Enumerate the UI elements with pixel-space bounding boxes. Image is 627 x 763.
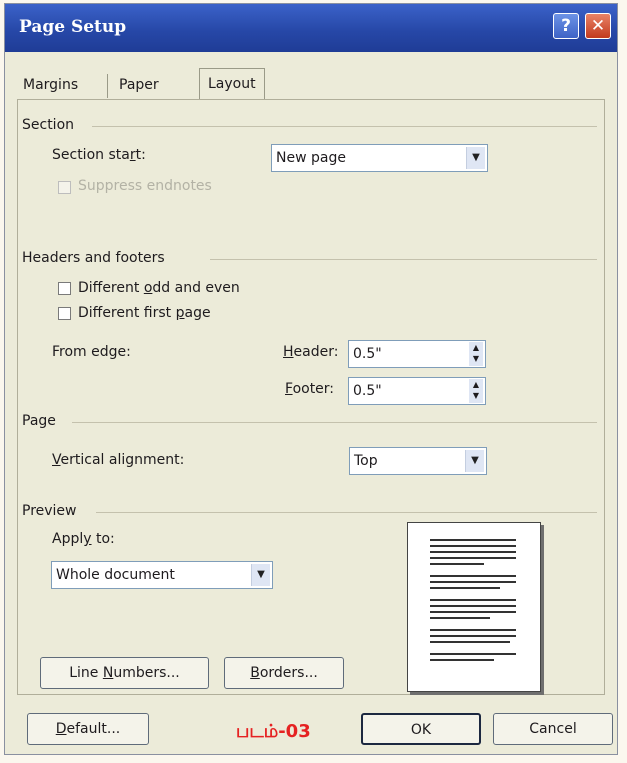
figure-caption: படம்-03	[236, 721, 311, 742]
vertical-alignment-value: Top	[354, 453, 378, 469]
default-button[interactable]: Default...	[27, 713, 149, 745]
preview-text-line	[430, 545, 516, 547]
from-edge-label: From edge:	[52, 344, 131, 360]
preview-text-line	[430, 659, 494, 661]
tab-layout[interactable]: Layout	[199, 68, 265, 99]
preview-text-line	[430, 575, 516, 577]
preview-text-line	[430, 551, 516, 553]
close-button[interactable]: ✕	[585, 13, 611, 39]
dialog-title: Page Setup	[19, 17, 127, 37]
preview-text-line	[430, 599, 516, 601]
first-page-checkbox[interactable]	[58, 307, 71, 320]
preview-text-line	[430, 563, 484, 565]
preview-text-line	[430, 581, 516, 583]
suppress-endnotes-label: Suppress endnotes	[78, 178, 212, 194]
apply-to-select[interactable]: Whole document ▼	[51, 561, 273, 589]
title-bar[interactable]: Page Setup ? ✕	[5, 4, 617, 52]
page-preview	[407, 522, 541, 692]
ok-button[interactable]: OK	[361, 713, 481, 745]
footer-value: 0.5"	[353, 383, 382, 399]
preview-text-line	[430, 629, 516, 631]
odd-even-label: Different odd and even	[78, 280, 240, 296]
apply-to-label: Apply to:	[52, 531, 115, 547]
line-numbers-button[interactable]: Line Numbers...	[40, 657, 209, 689]
footer-spinner[interactable]: 0.5" ▲ ▼	[348, 377, 486, 405]
tab-paper[interactable]: Paper	[111, 72, 167, 98]
headers-footers-heading: Headers and footers	[22, 250, 165, 266]
preview-text-line	[430, 635, 516, 637]
section-heading: Section	[22, 117, 75, 133]
vertical-alignment-select[interactable]: Top ▼	[349, 447, 487, 475]
headers-footers-divider	[210, 259, 597, 260]
preview-text-line	[430, 617, 490, 619]
footer-label: Footer:	[285, 381, 335, 397]
preview-divider	[96, 512, 597, 513]
section-start-label: Section start:	[52, 147, 146, 163]
section-divider	[92, 126, 597, 127]
preview-text-line	[430, 611, 516, 613]
chevron-down-icon[interactable]: ▼	[466, 147, 485, 169]
preview-text-line	[430, 587, 500, 589]
section-start-value: New page	[276, 150, 346, 166]
preview-text-line	[430, 605, 516, 607]
header-spinner[interactable]: 0.5" ▲ ▼	[348, 340, 486, 368]
preview-text-line	[430, 557, 516, 559]
preview-text-line	[430, 653, 516, 655]
tab-margins[interactable]: Margins	[15, 72, 86, 98]
suppress-endnotes-checkbox[interactable]	[58, 181, 71, 194]
borders-button[interactable]: Borders...	[224, 657, 344, 689]
apply-to-value: Whole document	[56, 567, 175, 583]
header-label: Header:	[283, 344, 339, 360]
chevron-down-icon[interactable]: ▼	[251, 564, 270, 586]
header-value: 0.5"	[353, 346, 382, 362]
first-page-label: Different first page	[78, 305, 211, 321]
preview-text-line	[430, 539, 516, 541]
preview-text-line	[430, 641, 510, 643]
odd-even-checkbox[interactable]	[58, 282, 71, 295]
preview-heading: Preview	[22, 503, 77, 519]
cancel-button[interactable]: Cancel	[493, 713, 613, 745]
spin-arrows-icon[interactable]: ▲ ▼	[469, 342, 483, 366]
page-divider	[72, 422, 597, 423]
chevron-down-icon[interactable]: ▼	[465, 450, 484, 472]
section-start-select[interactable]: New page ▼	[271, 144, 488, 172]
help-button[interactable]: ?	[553, 13, 579, 39]
vertical-alignment-label: Vertical alignment:	[52, 452, 185, 468]
page-heading: Page	[22, 413, 56, 429]
tab-divider	[107, 74, 108, 98]
spin-arrows-icon[interactable]: ▲ ▼	[469, 379, 483, 403]
